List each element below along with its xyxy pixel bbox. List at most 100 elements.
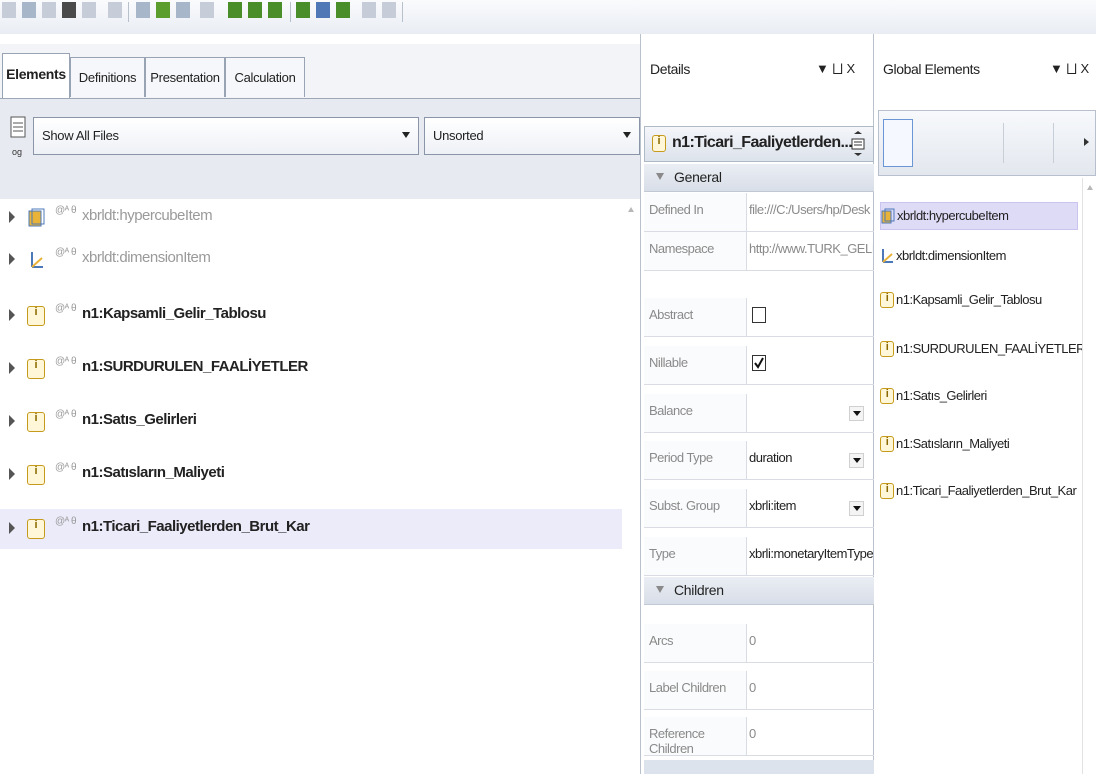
chevron-right-icon[interactable] [1083, 137, 1091, 147]
children-section-header[interactable]: Children [644, 577, 874, 605]
property-row[interactable]: Nillable [644, 346, 874, 385]
attribute-flags-icon: @ᴬ θ [55, 516, 77, 527]
dropdown-arrow-icon[interactable] [849, 453, 864, 468]
main-toolbar [0, 0, 1096, 34]
details-bottom-bar [644, 760, 874, 774]
item-icon [880, 483, 894, 499]
sort-value: Unsorted [433, 128, 484, 143]
global-elements-header: Global Elements ▼ ⨆ X [875, 44, 1096, 94]
global-scrollbar[interactable] [1082, 178, 1096, 774]
tree-item-label: n1:Satısların_Maliyeti [82, 464, 225, 481]
expand-arrow-icon[interactable] [9, 362, 15, 374]
section-label: General [674, 169, 722, 185]
sort-dropdown[interactable]: Unsorted [424, 117, 640, 155]
global-item[interactable]: n1:SURDURULEN_FAALİYETLER [880, 336, 1086, 364]
layout-icon[interactable] [296, 2, 310, 18]
checkbox-green-icon[interactable] [156, 2, 170, 18]
toolbar-icon-3[interactable] [42, 2, 56, 18]
property-row[interactable]: Period Type duration [644, 441, 874, 480]
property-row[interactable]: Abstract [644, 298, 874, 337]
tree-add-child-icon[interactable] [248, 2, 262, 18]
pane-divider[interactable] [640, 34, 641, 774]
property-value[interactable]: file:///C:/Users/hp/Desk [749, 202, 873, 217]
toolbar-icon-1[interactable] [2, 2, 16, 18]
toolbar-separator [128, 2, 129, 22]
layout-tile-icon[interactable] [336, 2, 350, 18]
toolbar-icon-5[interactable] [82, 2, 96, 18]
details-title: Details [650, 61, 690, 77]
expand-arrow-icon[interactable] [9, 253, 15, 265]
property-row[interactable]: Arcs 0 [644, 624, 874, 663]
attribute-flags-icon: @ᴬ θ [55, 247, 77, 258]
expand-arrow-icon[interactable] [9, 309, 15, 321]
property-row[interactable]: Balance [644, 394, 874, 433]
toolbar-icon-10[interactable] [200, 2, 214, 18]
tree-row-selected[interactable]: @ᴬ θ n1:Ticari_Faaliyetlerden_Brut_Kar [0, 509, 622, 549]
toolbar-icon-9[interactable] [176, 2, 190, 18]
tree-row[interactable]: @ᴬ θ n1:SURDURULEN_FAALİYETLER [0, 349, 622, 389]
dropdown-arrow-icon[interactable] [849, 406, 864, 421]
general-section-header[interactable]: General [644, 164, 874, 192]
toolbar-icon-18[interactable] [382, 2, 396, 18]
expand-arrow-icon[interactable] [9, 211, 15, 223]
files-filter-dropdown[interactable]: Show All Files [33, 117, 419, 155]
global-item[interactable]: n1:Kapsamli_Gelir_Tablosu [880, 287, 1078, 315]
global-elements-title: Global Elements [883, 61, 980, 77]
property-value: 0 [749, 633, 756, 648]
property-row[interactable]: Reference Children 0 [644, 717, 874, 756]
global-item-selected[interactable]: xbrldt:hypercubeItem [880, 202, 1078, 230]
property-pages-icon[interactable] [850, 131, 866, 157]
property-value[interactable]: xbrli:monetaryItemType [749, 546, 873, 561]
global-item[interactable]: xbrldt:dimensionItem [880, 243, 1078, 271]
tree-add-sibling-icon[interactable] [268, 2, 282, 18]
abstract-checkbox[interactable] [752, 307, 766, 323]
global-item[interactable]: n1:Satıs_Gelirleri [880, 383, 1078, 411]
dimension-icon [882, 249, 893, 263]
file-list-icon[interactable]: og [10, 115, 28, 157]
tree-row[interactable]: @ᴬ θ n1:Satıs_Gelirleri [0, 402, 622, 442]
property-name: Abstract [644, 298, 747, 336]
tab-elements[interactable]: Elements [2, 53, 70, 98]
global-search-box[interactable] [883, 119, 913, 167]
tree-row[interactable]: @ᴬ θ xbrldt:hypercubeItem [0, 198, 622, 238]
tree-row[interactable]: @ᴬ θ xbrldt:dimensionItem [0, 240, 622, 280]
tab-definitions[interactable]: Definitions [70, 57, 145, 97]
toolbar-icon-17[interactable] [362, 2, 376, 18]
expand-arrow-icon[interactable] [9, 468, 15, 480]
attribute-flags-icon: @ᴬ θ [55, 462, 77, 473]
property-row[interactable]: Label Children 0 [644, 671, 874, 710]
property-value: 0 [749, 680, 756, 695]
expand-arrow-icon[interactable] [9, 522, 15, 534]
tab-calculation[interactable]: Calculation [225, 57, 305, 97]
toolbar-icon-2[interactable] [22, 2, 36, 18]
property-row[interactable]: Namespace http://www.TURK_GELİ [644, 232, 874, 271]
tree-scrollbar[interactable] [622, 200, 640, 774]
pane-controls[interactable]: ▼ ⨆ X [816, 61, 855, 77]
toolbar-icon-7[interactable] [136, 2, 150, 18]
pane-controls[interactable]: ▼ ⨆ X [1050, 61, 1089, 77]
scroll-up-icon[interactable] [1083, 178, 1096, 198]
dropdown-arrow-icon[interactable] [849, 501, 864, 516]
find-icon[interactable] [62, 2, 76, 18]
item-icon [880, 341, 894, 357]
property-value[interactable]: http://www.TURK_GELİ [749, 241, 873, 256]
global-item-label: n1:Satısların_Maliyeti [896, 436, 1010, 451]
property-row[interactable]: Defined In file:///C:/Users/hp/Desk [644, 193, 874, 232]
tree-row[interactable]: @ᴬ θ n1:Satısların_Maliyeti [0, 455, 622, 495]
property-row[interactable]: Type xbrli:monetaryItemType [644, 537, 874, 576]
collapse-arrow-icon[interactable] [656, 173, 664, 180]
tab-presentation[interactable]: Presentation [145, 57, 225, 97]
collapse-arrow-icon[interactable] [656, 586, 664, 593]
property-name: Subst. Group [644, 489, 747, 527]
scroll-up-icon[interactable] [622, 200, 640, 220]
global-item[interactable]: n1:Ticari_Faaliyetlerden_Brut_Kar [880, 478, 1078, 506]
layout-split-icon[interactable] [316, 2, 330, 18]
expand-arrow-icon[interactable] [9, 415, 15, 427]
tree-add-icon[interactable] [228, 2, 242, 18]
tree-item-label: xbrldt:hypercubeItem [82, 207, 213, 224]
toolbar-icon-6[interactable] [108, 2, 122, 18]
global-item[interactable]: n1:Satısların_Maliyeti [880, 431, 1078, 459]
property-row[interactable]: Subst. Group xbrli:item [644, 489, 874, 528]
nillable-checkbox[interactable] [752, 355, 766, 371]
tree-row[interactable]: @ᴬ θ n1:Kapsamli_Gelir_Tablosu [0, 296, 622, 336]
